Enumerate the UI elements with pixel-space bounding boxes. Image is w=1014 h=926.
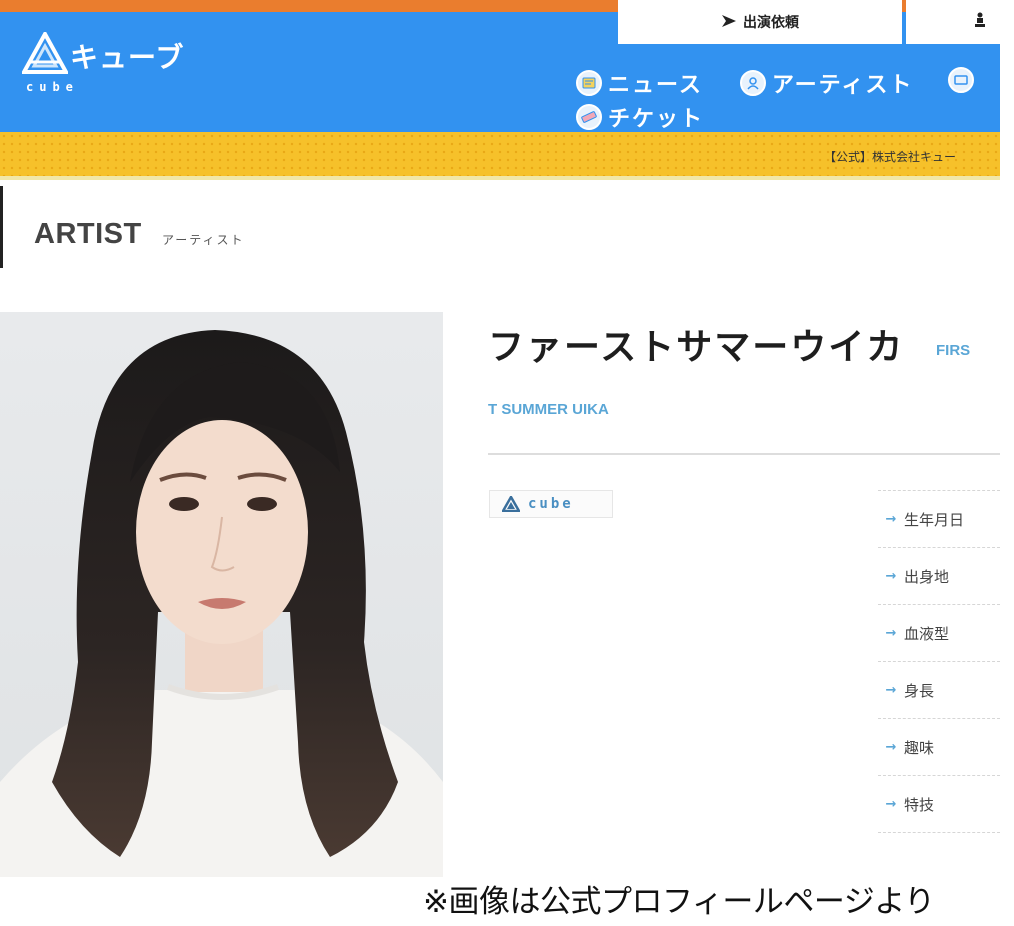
artist-roman-name-part1: FIRS	[936, 342, 971, 359]
profile-list: → 生年月日 → 出身地 → 血液型 → 身長 → 趣味 → 特技	[878, 490, 1000, 833]
profile-item-birthplace: → 出身地	[878, 548, 1000, 605]
arrow-right-icon: →	[885, 568, 897, 584]
profile-label: 生年月日	[904, 510, 965, 529]
ticket-icon	[576, 104, 602, 130]
tab-appearance-request-label: 出演依頼	[743, 15, 799, 31]
agency-badge-text: cube	[528, 496, 574, 512]
nav-artist[interactable]: アーティスト	[740, 67, 913, 99]
nav-artist-label: アーティスト	[772, 73, 914, 98]
profile-item-hobby: → 趣味	[878, 719, 1000, 776]
nav-news[interactable]: ニュース	[576, 67, 703, 99]
arrow-right-icon: →	[885, 796, 897, 812]
arrow-right-icon: →	[885, 625, 897, 641]
artist-roman-name-part2: T SUMMER UIKA	[488, 401, 609, 418]
video-icon	[948, 67, 974, 93]
section-title: ARTIST	[34, 218, 142, 250]
site-logo[interactable]: キューブ cube	[22, 32, 212, 102]
tab-appearance-request[interactable]: 出演依頼	[618, 0, 902, 44]
person-icon	[740, 70, 766, 96]
chess-piece-icon	[974, 12, 986, 32]
logo-triangle-icon	[22, 32, 68, 74]
artist-name: ファーストサマーウイカ	[488, 327, 905, 368]
info-banner: 【公式】株式会社キュー	[0, 132, 1000, 180]
name-divider	[488, 453, 1000, 455]
agency-badge[interactable]: cube	[489, 490, 613, 518]
logo-subtext: cube	[26, 80, 79, 94]
profile-item-blood-type: → 血液型	[878, 605, 1000, 662]
section-subtitle: アーティスト	[162, 233, 245, 247]
arrow-right-icon: →	[885, 739, 897, 755]
logo-text: キューブ	[70, 41, 185, 74]
profile-label: 身長	[904, 681, 935, 700]
section-accent-bar	[0, 186, 3, 268]
profile-label: 血液型	[904, 624, 950, 643]
profile-label: 出身地	[904, 567, 950, 586]
nav-video[interactable]	[948, 67, 980, 93]
news-icon	[576, 70, 602, 96]
artist-profile-page: キューブ cube ニュース アーティスト チケット 出演依頼 【公式】株式会社…	[0, 0, 1000, 926]
tab-second[interactable]	[906, 0, 1000, 44]
send-arrow-icon	[721, 13, 737, 32]
nav-news-label: ニュース	[608, 73, 703, 98]
profile-item-birthdate: → 生年月日	[878, 491, 1000, 548]
arrow-right-icon: →	[885, 682, 897, 698]
nav-ticket[interactable]: チケット	[576, 101, 704, 133]
profile-label: 趣味	[904, 738, 935, 757]
artist-photo	[0, 312, 443, 877]
agency-logo-icon	[502, 496, 520, 512]
profile-label: 特技	[904, 795, 935, 814]
banner-text: 【公式】株式会社キュー	[824, 150, 957, 164]
profile-item-height: → 身長	[878, 662, 1000, 719]
arrow-right-icon: →	[885, 511, 897, 527]
image-caption: ※画像は公式プロフィールページより	[423, 884, 935, 920]
nav-ticket-label: チケット	[608, 107, 705, 132]
profile-item-skill: → 特技	[878, 776, 1000, 833]
